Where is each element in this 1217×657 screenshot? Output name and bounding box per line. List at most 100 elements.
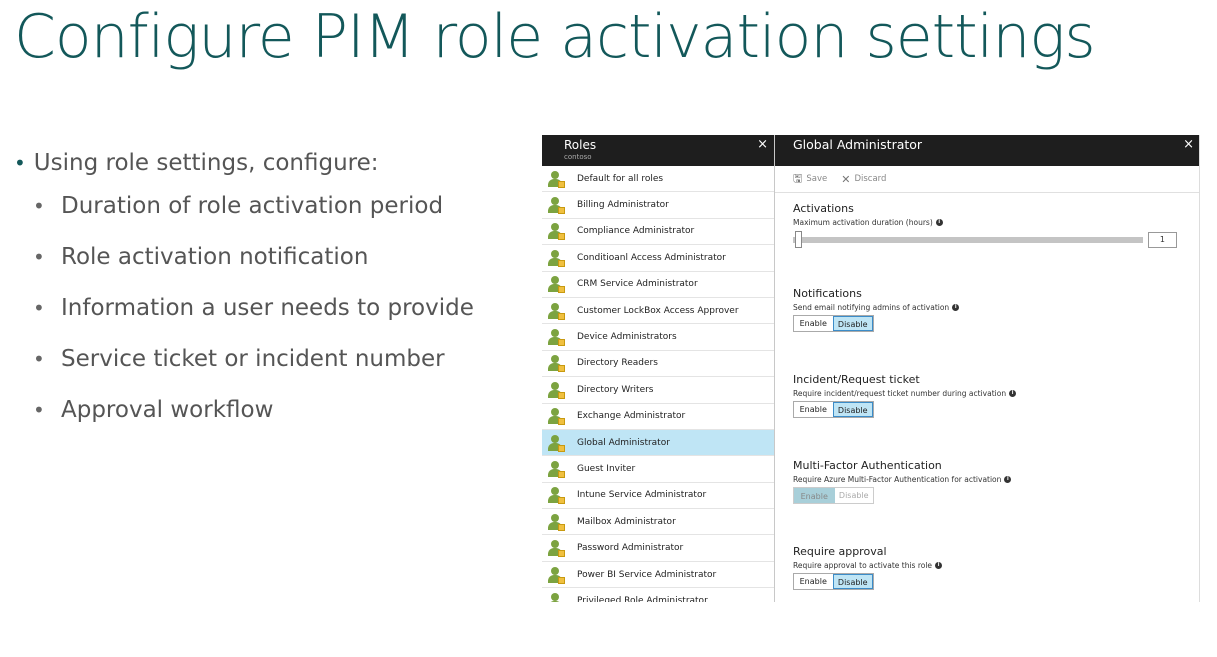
mfa-desc: Require Azure Multi-Factor Authenticatio… xyxy=(793,475,1199,484)
bullet-dot: • xyxy=(14,151,26,175)
role-list-item[interactable]: Billing Administrator xyxy=(542,192,774,219)
bullet-dot: • xyxy=(33,397,45,422)
role-list-item[interactable]: Directory Readers xyxy=(542,351,774,378)
role-label: Privileged Role Administrator xyxy=(577,595,708,602)
close-icon[interactable]: × xyxy=(1183,137,1194,152)
role-label: Conditioanl Access Administrator xyxy=(577,252,726,263)
slider-handle[interactable] xyxy=(795,231,802,248)
sub-bullet: • Duration of role activation period xyxy=(14,180,474,231)
user-role-icon xyxy=(547,434,565,452)
duration-slider[interactable] xyxy=(793,231,1143,248)
user-role-icon xyxy=(547,486,565,505)
duration-input[interactable]: 1 xyxy=(1148,232,1177,248)
bullet-dot: • xyxy=(33,244,45,269)
sub-bullet: • Approval workflow xyxy=(14,384,474,435)
role-list-item[interactable]: CRM Service Administrator xyxy=(542,272,774,298)
notifications-toggle: Enable Disable xyxy=(793,315,874,332)
role-label: Intune Service Administrator xyxy=(577,490,707,501)
user-role-icon xyxy=(547,196,565,215)
info-icon[interactable]: i xyxy=(1009,390,1017,397)
save-label: Save xyxy=(806,174,828,184)
disable-button[interactable]: Disable xyxy=(832,316,873,331)
role-label: Exchange Administrator xyxy=(577,411,686,422)
role-list-item[interactable]: Device Administrators xyxy=(542,324,774,351)
role-list-item[interactable]: Guest Inviter xyxy=(542,456,774,483)
disable-button: Disable xyxy=(838,491,869,500)
incident-desc-text: Require incident/request ticket number d… xyxy=(793,389,1007,398)
role-list-item[interactable]: Privileged Role Administrator xyxy=(542,588,774,602)
role-list-item[interactable]: Intune Service Administrator xyxy=(542,483,774,510)
close-icon[interactable]: × xyxy=(757,137,768,152)
info-icon[interactable]: i xyxy=(935,219,943,226)
role-list-item[interactable]: Exchange Administrator xyxy=(542,404,774,430)
slide-title: Configure PIM role activation settings xyxy=(14,2,1096,72)
role-label: Password Administrator xyxy=(577,543,684,554)
azure-portal-panel: Roles contoso × Default for all roles Bil… xyxy=(542,135,1200,602)
save-icon: 🖫 xyxy=(793,171,803,185)
sub-bullet-text: Service ticket or incident number xyxy=(61,345,445,372)
discard-button[interactable]: ✕ Discard xyxy=(841,173,886,186)
role-list-item[interactable]: Password Administrator xyxy=(542,535,774,562)
role-label: Mailbox Administrator xyxy=(577,516,676,527)
notifications-desc: Send email notifying admins of activatio… xyxy=(793,303,1199,312)
user-role-icon xyxy=(547,539,565,558)
main-bullet: • Using role settings, configure: xyxy=(14,146,474,180)
user-role-icon xyxy=(547,354,565,373)
info-icon[interactable]: i xyxy=(952,304,960,311)
enable-button[interactable]: Enable xyxy=(794,316,833,331)
incident-desc: Require incident/request ticket number d… xyxy=(793,389,1199,398)
sub-bullet-text: Duration of role activation period xyxy=(61,192,444,219)
user-role-icon xyxy=(547,222,565,241)
notifications-desc-text: Send email notifying admins of activatio… xyxy=(793,303,950,312)
approval-desc-text: Require approval to activate this role xyxy=(793,561,933,570)
approval-heading: Require approval xyxy=(793,545,887,558)
mfa-desc-text: Require Azure Multi-Factor Authenticatio… xyxy=(793,475,1002,484)
discard-icon: ✕ xyxy=(841,172,851,186)
role-label: Customer LockBox Access Approver xyxy=(577,305,739,316)
role-label: CRM Service Administrator xyxy=(577,279,698,290)
sub-bullet-text: Role activation notification xyxy=(61,243,369,270)
info-icon[interactable]: i xyxy=(935,562,943,569)
user-role-icon xyxy=(547,407,565,426)
info-icon[interactable]: i xyxy=(1004,476,1012,483)
user-role-icon xyxy=(547,566,565,584)
sub-bullet: • Role activation notification xyxy=(14,231,474,282)
toolbar: 🖫 Save ✕ Discard xyxy=(775,166,1199,193)
incident-section: Incident/Request ticket Require incident/… xyxy=(793,373,1199,459)
bullet-dot: • xyxy=(33,346,45,371)
save-button[interactable]: 🖫 Save xyxy=(793,170,827,189)
disable-button[interactable]: Disable xyxy=(832,574,873,589)
user-role-icon xyxy=(547,249,565,267)
sub-bullet: • Information a user needs to provide xyxy=(14,282,474,333)
sub-bullet: • Service ticket or incident number xyxy=(14,333,474,384)
enable-button: Enable xyxy=(794,488,835,503)
enable-button[interactable]: Enable xyxy=(794,402,833,417)
role-list-item[interactable]: Customer LockBox Access Approver xyxy=(542,298,774,325)
enable-button[interactable]: Enable xyxy=(794,574,833,589)
settings-blade: Global Administrator × 🖫 Save ✕ Discard … xyxy=(775,135,1199,602)
incident-heading: Incident/Request ticket xyxy=(793,373,920,386)
role-label: Global Administrator xyxy=(577,437,670,448)
roles-blade: Roles contoso × Default for all roles Bil… xyxy=(542,135,775,602)
role-list-item[interactable]: Default for all roles xyxy=(542,166,774,193)
bullet-dot: • xyxy=(33,193,45,218)
role-list-item[interactable]: Global Administrator xyxy=(542,429,774,457)
activations-section: Activations Maximum activation duration … xyxy=(793,202,1199,287)
role-list-item[interactable]: Power BI Service Administrator xyxy=(542,562,774,589)
approval-desc: Require approval to activate this role i xyxy=(793,561,1199,570)
user-role-icon xyxy=(547,170,565,188)
activations-desc-text: Maximum activation duration (hours) xyxy=(793,218,933,227)
notifications-section: Notifications Send email notifying admins… xyxy=(793,287,1199,373)
bullet-list: • Using role settings, configure: • Durat… xyxy=(14,146,474,435)
user-role-icon xyxy=(547,381,565,399)
role-list-item[interactable]: Directory Writers xyxy=(542,377,774,404)
settings-blade-header: Global Administrator × xyxy=(775,135,1199,166)
approval-toggle: Enable Disable xyxy=(793,573,874,590)
role-list-item[interactable]: Compliance Administrator xyxy=(542,219,774,246)
role-label: Compliance Administrator xyxy=(577,226,695,237)
discard-label: Discard xyxy=(854,174,887,184)
role-list-item[interactable]: Conditioanl Access Administrator xyxy=(542,245,774,272)
disable-button[interactable]: Disable xyxy=(832,402,873,417)
role-list-item[interactable]: Mailbox Administrator xyxy=(542,509,774,536)
sub-bullet-text: Approval workflow xyxy=(61,396,274,423)
